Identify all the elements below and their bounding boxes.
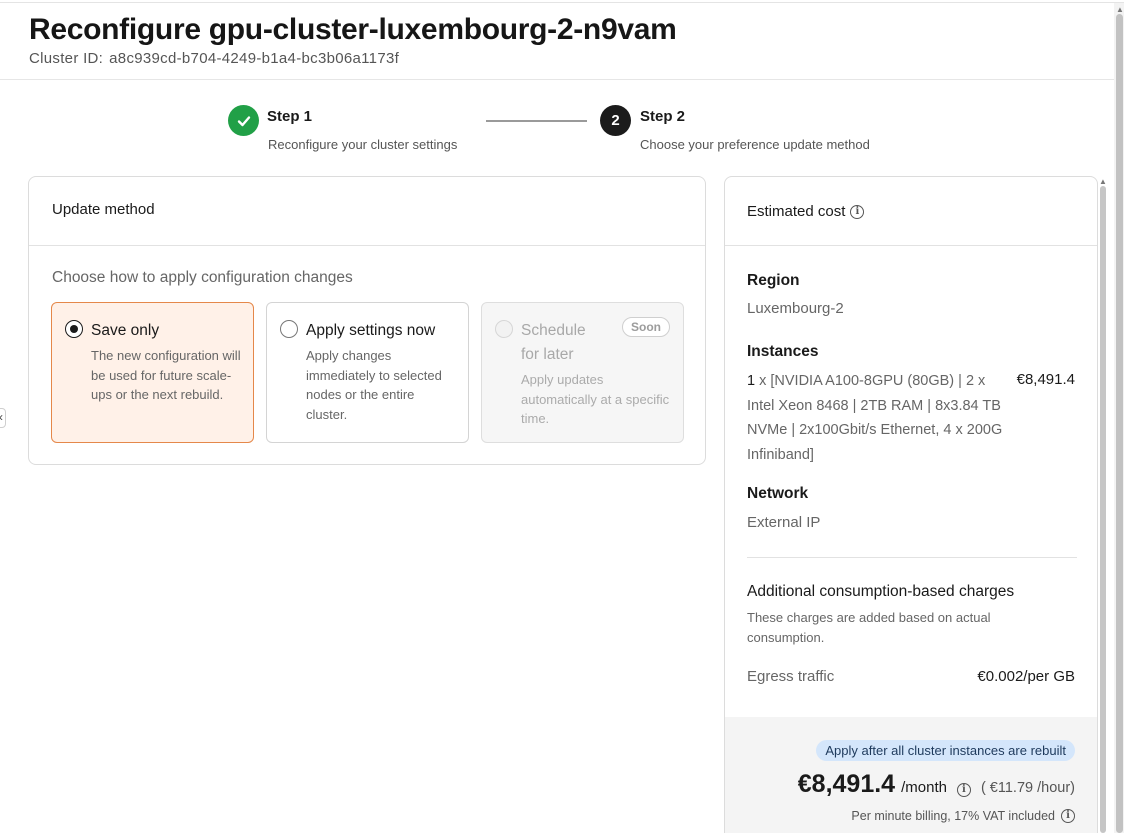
page-header: Reconfigure gpu-cluster-luxembourg-2-n9v… <box>29 12 677 67</box>
total-amount: €8,491.4 <box>797 770 896 798</box>
hourly-cost: ( €11.79 /hour) <box>980 780 1075 796</box>
estimated-cost-header: Estimated cost i <box>747 203 865 220</box>
cost-divider <box>747 557 1077 558</box>
card-divider <box>29 245 705 246</box>
total-unit: /month <box>901 779 947 796</box>
option-apply-settings-now[interactable]: Apply settings now Apply changes immedia… <box>266 302 469 443</box>
step-1-complete-indicator <box>228 105 259 136</box>
instance-quantity: 1 <box>747 373 756 389</box>
instances-label: Instances <box>747 343 819 360</box>
instance-description: 1 x [NVIDIA A100-8GPU (80GB) | 2 x Intel… <box>747 369 1005 467</box>
top-divider <box>0 2 1124 3</box>
info-icon[interactable]: i <box>956 783 971 797</box>
cost-divider-top <box>725 245 1097 246</box>
update-method-title: Update method <box>52 201 155 218</box>
network-value: External IP <box>747 514 821 531</box>
radio-schedule-for-later <box>495 320 513 338</box>
step-2-indicator: 2 <box>600 105 631 136</box>
estimated-cost-panel: Estimated cost i Region Luxembourg-2 Ins… <box>724 176 1098 833</box>
step-1-title: Step 1 <box>267 108 313 125</box>
option-save-only[interactable]: Save only The new configuration will be … <box>51 302 254 443</box>
option-title: Apply settings now <box>306 322 436 339</box>
estimated-cost-title: Estimated cost <box>747 203 846 220</box>
additional-charges-title: Additional consumption-based charges <box>747 583 1015 600</box>
region-value: Luxembourg-2 <box>747 300 844 317</box>
cluster-id: Cluster ID: a8c939cd-b704-4249-b1a4-bc3b0… <box>29 50 677 67</box>
panel-scrollbar-thumb[interactable] <box>1100 186 1106 833</box>
step-connector <box>486 120 587 122</box>
option-description: Apply updates automatically at a specifi… <box>521 372 670 426</box>
option-description: Apply changes immediately to selected no… <box>306 348 442 422</box>
option-description: The new configuration will be used for f… <box>91 348 241 402</box>
network-label: Network <box>747 485 809 502</box>
page-title: Reconfigure gpu-cluster-luxembourg-2-n9v… <box>29 13 677 46</box>
collapse-handle[interactable]: ‹ <box>0 408 6 428</box>
option-title: Save only <box>91 322 160 339</box>
step-2-title: Step 2 <box>640 108 686 125</box>
soon-badge: Soon <box>622 317 670 337</box>
header-divider <box>0 79 1114 80</box>
billing-note-text: Per minute billing, 17% VAT included <box>851 809 1055 823</box>
option-title: Schedule for later <box>521 322 586 363</box>
option-schedule-for-later: Schedule for later Soon Apply updates au… <box>481 302 684 443</box>
cluster-id-value: a8c939cd-b704-4249-b1a4-bc3b06a1173f <box>109 50 400 67</box>
cost-summary-footer: Apply after all cluster instances are re… <box>725 717 1097 833</box>
rebuild-notice-badge: Apply after all cluster instances are re… <box>816 740 1075 761</box>
step-1-subtitle: Reconfigure your cluster settings <box>268 137 458 152</box>
cluster-id-label: Cluster ID: <box>29 50 104 67</box>
instance-spec: x [NVIDIA A100-8GPU (80GB) | 2 x Intel X… <box>747 373 1003 463</box>
chevron-left-icon: ‹ <box>0 410 3 424</box>
panel-scroll-up-arrow[interactable]: ▲ <box>1099 177 1107 186</box>
step-2-subtitle: Choose your preference update method <box>640 137 870 152</box>
egress-traffic-price: €0.002/per GB <box>977 668 1075 685</box>
additional-charges-description: These charges are added based on actual … <box>747 610 991 645</box>
page-scrollbar-thumb[interactable] <box>1116 14 1123 833</box>
update-method-subtitle: Choose how to apply configuration change… <box>52 269 353 286</box>
billing-note: Per minute billing, 17% VAT included i <box>851 809 1075 823</box>
region-label: Region <box>747 272 800 289</box>
info-icon[interactable]: i <box>1061 809 1075 823</box>
check-icon <box>237 115 250 126</box>
info-icon[interactable]: i <box>850 204 865 219</box>
page-scroll-up-arrow[interactable]: ▲ <box>1116 5 1124 14</box>
radio-apply-settings-now[interactable] <box>280 320 298 338</box>
radio-save-only[interactable] <box>65 320 83 338</box>
instance-price: €8,491.4 <box>1016 371 1075 388</box>
update-method-card: Update method Choose how to apply config… <box>28 176 706 465</box>
egress-traffic-label: Egress traffic <box>747 668 835 685</box>
total-cost-row: €8,491.4 /month i ( €11.79 /hour) <box>798 770 1075 799</box>
